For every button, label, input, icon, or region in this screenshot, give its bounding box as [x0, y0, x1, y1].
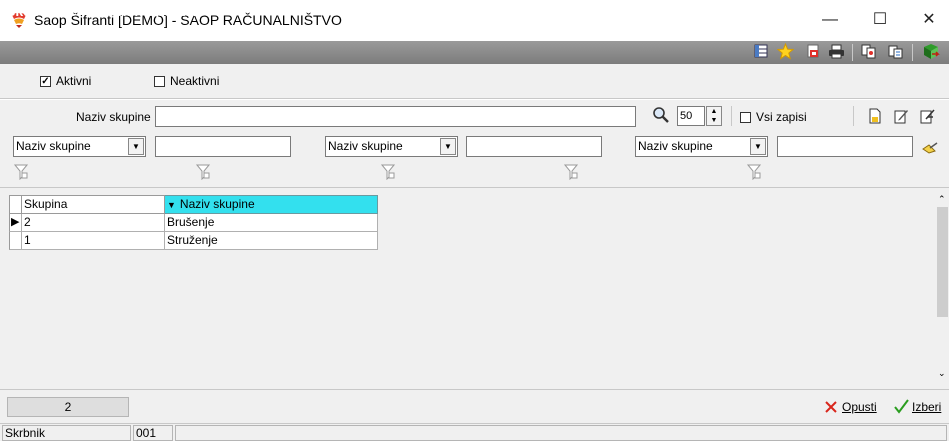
column-filter-input-2[interactable]	[466, 136, 602, 157]
all-records-checkbox[interactable]	[740, 112, 751, 123]
chevron-down-icon[interactable]: ▼	[707, 116, 721, 125]
minimize-button[interactable]: —	[812, 6, 848, 34]
table-cell-skupina[interactable]: 2	[22, 214, 165, 232]
chevron-down-icon[interactable]: ▼	[128, 138, 144, 155]
filter-funnel-icon[interactable]	[14, 164, 28, 180]
x-icon	[825, 401, 837, 413]
toolbar-separator	[852, 44, 853, 61]
column-filter-input-3[interactable]	[777, 136, 913, 157]
column-filter-select-2-value: Naziv skupine	[328, 139, 403, 153]
checkmark-icon	[894, 399, 909, 414]
column-header-label: Naziv skupine	[179, 197, 255, 211]
row-indicator-header	[9, 195, 22, 214]
chevron-down-icon[interactable]: ▼	[750, 138, 766, 155]
cancel-button-label: Opusti	[842, 400, 877, 414]
filter-funnel-icon[interactable]	[381, 164, 395, 180]
close-button[interactable]: ✕	[911, 6, 947, 34]
print-icon[interactable]	[827, 43, 846, 62]
limit-input[interactable]: 50	[677, 106, 705, 126]
data-grid[interactable]: Skupina ▼ Naziv skupine ▶ 2 Brušenje 1 St…	[7, 192, 936, 385]
divider	[853, 106, 854, 126]
columns-icon[interactable]	[751, 43, 770, 62]
paste-icon[interactable]	[886, 43, 905, 62]
divider	[0, 389, 949, 390]
column-filter-select-1[interactable]: Naziv skupine ▼	[13, 136, 146, 157]
divider	[0, 99, 949, 100]
status-code: 001	[133, 425, 173, 441]
current-row-indicator-icon: ▶	[9, 214, 22, 232]
clear-filter-icon[interactable]	[921, 139, 939, 155]
active-checkbox[interactable]: ✓	[40, 76, 51, 87]
row-indicator	[9, 232, 22, 250]
new-record-icon[interactable]	[867, 108, 883, 124]
maximize-button[interactable]: ☐	[862, 6, 898, 34]
limit-spinner[interactable]: ▲ ▼	[706, 106, 722, 126]
scrollbar-thumb[interactable]	[937, 207, 948, 317]
search-icon[interactable]	[652, 106, 670, 124]
column-header-label: Skupina	[24, 197, 68, 211]
edit-record-icon[interactable]	[893, 108, 909, 124]
column-filter-select-3[interactable]: Naziv skupine ▼	[635, 136, 768, 157]
delete-record-icon[interactable]	[919, 108, 935, 124]
filter-funnel-icon[interactable]	[747, 164, 761, 180]
star-icon[interactable]	[776, 42, 795, 62]
copy-icon[interactable]	[859, 43, 878, 62]
search-input[interactable]	[155, 106, 636, 127]
cancel-button[interactable]: Opusti	[822, 397, 892, 417]
table-cell-naziv[interactable]: Struženje	[165, 232, 378, 250]
active-label: Aktivni	[56, 74, 92, 88]
column-filter-select-2[interactable]: Naziv skupine ▼	[325, 136, 458, 157]
sort-desc-icon: ▼	[167, 200, 176, 210]
scroll-down-icon[interactable]: ⌄	[938, 368, 946, 379]
status-user: Skrbnik	[2, 425, 131, 441]
export-red-icon[interactable]	[803, 43, 822, 62]
column-header-skupina[interactable]: Skupina	[22, 195, 165, 214]
divider	[0, 187, 949, 188]
select-button[interactable]: Izberi	[893, 397, 949, 417]
search-label: Naziv skupine	[76, 110, 151, 124]
inactive-label: Neaktivni	[170, 74, 220, 88]
record-count: 2	[7, 397, 129, 417]
select-button-label: Izberi	[912, 400, 942, 414]
form-title: Skupine tehnoloških operacij	[6, 3, 201, 19]
column-filter-select-1-value: Naziv skupine	[16, 139, 91, 153]
column-filter-select-3-value: Naziv skupine	[638, 139, 713, 153]
status-message	[175, 425, 947, 441]
table-cell-skupina[interactable]: 1	[22, 232, 165, 250]
filter-funnel-icon[interactable]	[196, 164, 210, 180]
table-cell-naziv[interactable]: Brušenje	[165, 214, 378, 232]
exit-icon[interactable]	[921, 43, 940, 62]
toolbar-separator	[912, 44, 913, 61]
all-records-label: Vsi zapisi	[756, 110, 807, 124]
chevron-up-icon[interactable]: ▲	[707, 107, 721, 116]
scroll-up-icon[interactable]: ⌃	[938, 194, 946, 205]
inactive-checkbox[interactable]	[154, 76, 165, 87]
column-header-naziv-skupine[interactable]: ▼ Naziv skupine	[165, 195, 378, 214]
filter-funnel-icon[interactable]	[564, 164, 578, 180]
divider	[731, 106, 732, 126]
column-filter-input-1[interactable]	[155, 136, 291, 157]
chevron-down-icon[interactable]: ▼	[440, 138, 456, 155]
